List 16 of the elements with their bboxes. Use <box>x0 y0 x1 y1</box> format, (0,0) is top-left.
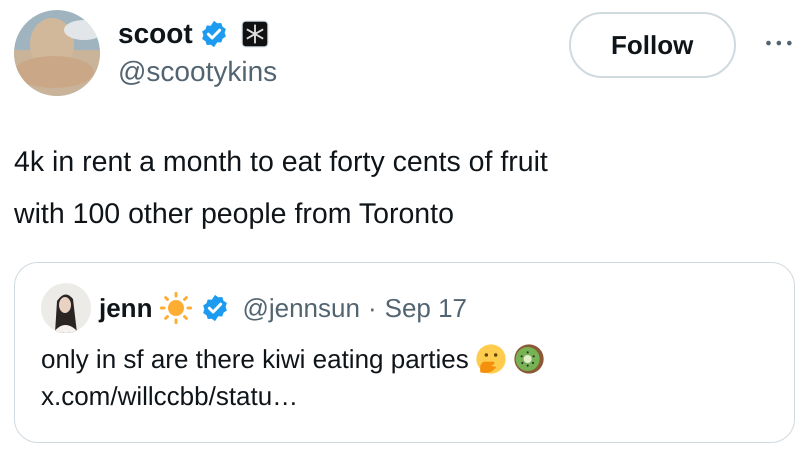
follow-button[interactable]: Follow <box>568 12 736 78</box>
quoted-tweet-date: Sep 17 <box>384 292 468 324</box>
tweet-text: 4k in rent a month to eat forty cents of fruit with 100 other people from Toronto <box>14 145 549 232</box>
author-handle: @scootykins <box>118 56 278 88</box>
quoted-author-name: jenn <box>99 292 152 324</box>
face-with-hand-over-mouth-icon <box>474 343 507 375</box>
separator-dot: · <box>368 292 377 324</box>
quoted-tweet-link[interactable]: x.com/willccbb/statu… <box>41 381 298 412</box>
sun-icon <box>160 292 192 324</box>
snowflake-badge-icon <box>240 20 269 48</box>
quoted-tweet-text: only in sf are there kiwi eating parties <box>41 344 469 374</box>
quoted-tweet-card[interactable]: jenn @jennsun · Sep 17 only in sf are there kiwi eating parties x.com/willccbb/statu… <box>14 262 795 443</box>
quoted-author-handle: @jennsun <box>242 292 360 324</box>
kiwi-icon <box>512 343 545 375</box>
author-name: scoot <box>118 18 193 50</box>
more-button[interactable]: ••• <box>764 30 795 56</box>
